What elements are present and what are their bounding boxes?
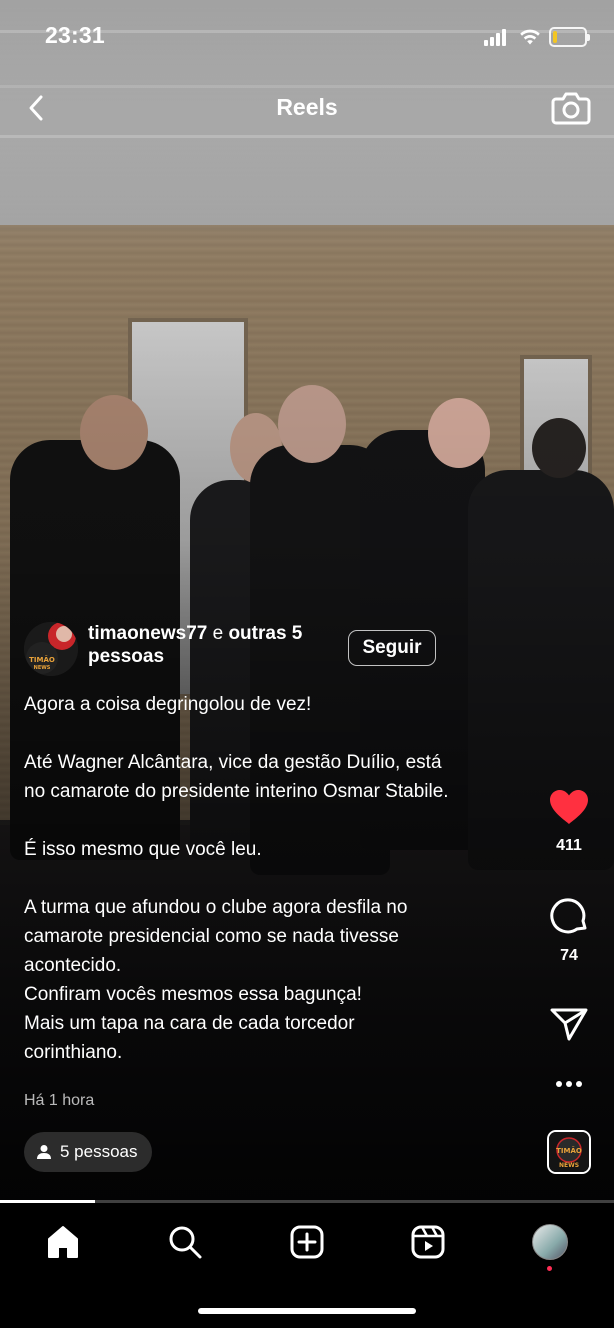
author-avatar[interactable]: TIMÃO NEWS [24, 622, 78, 676]
nav-home[interactable] [38, 1221, 88, 1263]
reels-header: Reels [0, 80, 614, 136]
reels-icon [411, 1225, 445, 1259]
nav-reels[interactable] [403, 1221, 453, 1263]
like-count: 411 [556, 837, 582, 854]
page-title: Reels [276, 94, 338, 120]
battery-level [553, 31, 557, 43]
nav-search[interactable] [160, 1221, 210, 1263]
person-icon [37, 1145, 51, 1159]
profile-avatar [532, 1224, 568, 1260]
home-indicator[interactable] [198, 1308, 416, 1314]
caption-line [24, 806, 524, 835]
camera-icon [551, 92, 591, 125]
author-connector: e [207, 623, 229, 644]
nav-create[interactable] [282, 1221, 332, 1263]
svg-text:TIMÃO: TIMÃO [29, 655, 55, 664]
more-options-icon[interactable] [554, 1079, 584, 1089]
like-action: 411 [540, 788, 598, 855]
comment-count: 74 [560, 947, 578, 964]
timao-news-logo: TIMÃO NEWS [24, 622, 78, 676]
more-action [540, 1076, 598, 1094]
author-username[interactable]: timaonews77 [88, 623, 207, 644]
wifi-icon [520, 29, 540, 45]
author-names[interactable]: timaonews77 e outras 5 pessoas [88, 622, 358, 668]
tagged-people-chip[interactable]: 5 pessoas [24, 1132, 152, 1172]
share-action [540, 1006, 598, 1047]
notification-dot [547, 1266, 552, 1271]
post-time: Há 1 hora [24, 1092, 95, 1109]
caption-line: Mais um tapa na cara de cada torcedor [24, 1013, 355, 1034]
reel-caption[interactable]: Agora a coisa degringolou de vez! Até Wa… [24, 690, 524, 1067]
send-icon[interactable] [549, 1006, 589, 1042]
svg-text:TIMÃO: TIMÃO [556, 1146, 582, 1155]
caption-line: É isso mesmo que você leu. [24, 839, 262, 860]
status-bar: 23:31 [0, 0, 614, 70]
comment-action: 74 [540, 896, 598, 965]
caption-line: acontecido. [24, 955, 122, 976]
caption-line: Confiram vocês mesmos essa bagunça! [24, 984, 362, 1005]
comment-icon[interactable] [549, 896, 589, 936]
caption-line: A turma que afundou o clube agora desfil… [24, 897, 408, 918]
search-icon [169, 1226, 202, 1259]
caption-line: camarote presidencial como se nada tives… [24, 926, 399, 947]
home-icon [48, 1226, 78, 1258]
svg-text:NEWS: NEWS [559, 1162, 579, 1169]
caption-line: corinthiano. [24, 1042, 123, 1063]
tagged-people-label: 5 pessoas [60, 1142, 138, 1161]
camera-button[interactable] [550, 88, 592, 128]
reel-author-row: TIMÃO NEWS timaonews77 e outras 5 pessoa… [24, 620, 454, 676]
create-icon [290, 1225, 324, 1259]
nav-profile[interactable] [525, 1221, 575, 1263]
follow-button[interactable]: Seguir [348, 630, 436, 666]
cellular-signal-icon [484, 28, 510, 46]
battery-icon [549, 27, 590, 47]
caption-line: Agora a coisa degringolou de vez! [24, 694, 312, 715]
caption-line [24, 719, 524, 748]
svg-text:NEWS: NEWS [34, 665, 51, 671]
caption-line [24, 864, 524, 893]
caption-line: no camarote do presidente interino Osmar… [24, 781, 449, 802]
caption-line: Até Wagner Alcântara, vice da gestão Duí… [24, 752, 442, 773]
heart-icon[interactable] [548, 788, 590, 826]
status-time: 23:31 [45, 22, 105, 48]
audio-tile[interactable]: TIMÃO NEWS [547, 1130, 591, 1174]
timao-news-audio-icon: TIMÃO NEWS [549, 1132, 589, 1172]
